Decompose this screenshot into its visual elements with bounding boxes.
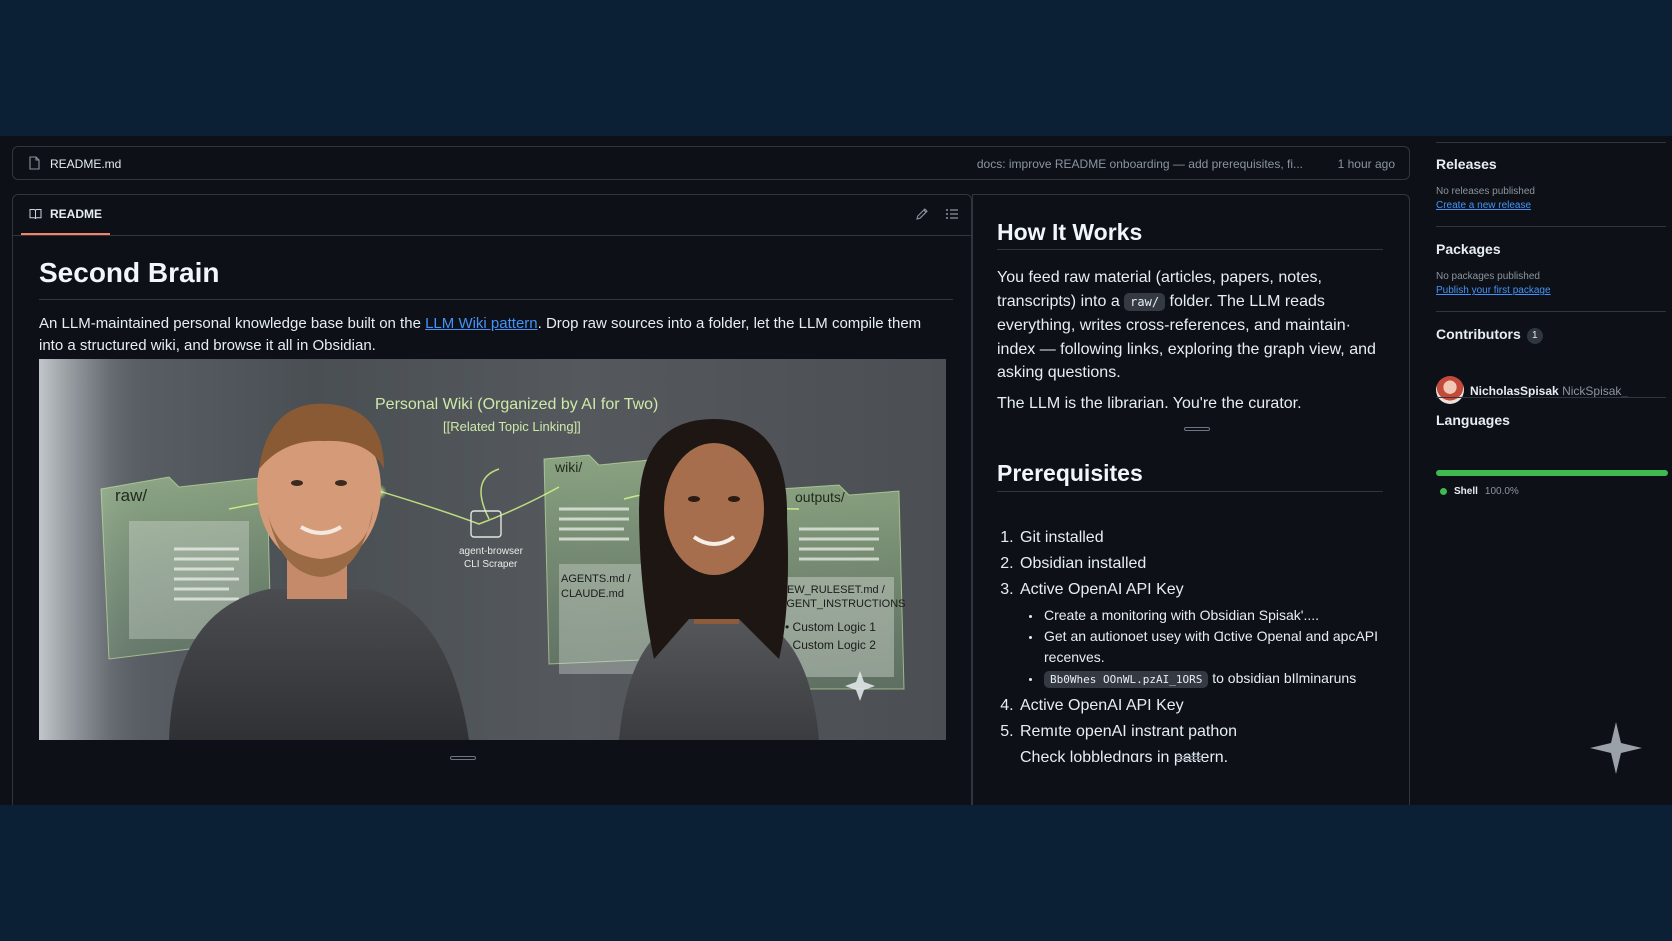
agents-file-label-2: CLAUDE.md (561, 588, 624, 600)
contributor-avatar[interactable] (1436, 376, 1464, 404)
outputs-folder-label: outputs/ (795, 489, 845, 505)
title-divider (39, 299, 953, 300)
packages-heading[interactable]: Packages (1436, 241, 1501, 257)
contributors-heading[interactable]: Contributors 1 (1436, 326, 1543, 344)
file-icon (29, 156, 40, 170)
packages-empty-text: No packages published (1436, 271, 1540, 282)
ruleset-label-1: NEW_RULESET.md / (779, 584, 886, 596)
prerequisites-list: Git installed Obsidian installed Active … (997, 525, 1409, 771)
desc-text-before: An LLM-maintained personal knowledge bas… (39, 315, 426, 332)
prereq-subitem: Bb0Whes OOnWL.pzAI_1ORS to obsidian bIlm… (1042, 668, 1409, 690)
agents-file-label-1: AGENTS.md / (561, 573, 632, 585)
prereq-item: Obsidian installed (1018, 551, 1409, 577)
heading-divider (997, 491, 1383, 492)
contributor-entry[interactable]: NicholasSpisak NickSpisak_ (1470, 384, 1628, 398)
language-name: Shell (1454, 486, 1478, 497)
contributor-name: NicholasSpisak (1470, 384, 1559, 398)
prereq-item: Active OpenAI API Key (1018, 693, 1409, 719)
scraper-label-1: agent-browser (459, 546, 524, 557)
file-header-bar: README.md docs: improve README onboardin… (12, 146, 1410, 180)
repo-sidebar: Releases No releases published Create a … (1436, 136, 1672, 805)
readme-tab-bar: README (13, 195, 971, 236)
prereq-item-label: Active OpenAI API Key (1020, 581, 1184, 598)
librarian-paragraph: The LLM is the librarian. You're the cur… (997, 395, 1302, 412)
prereq-sublist: Create a monitoring with Obsidian Spisak… (1020, 605, 1409, 690)
book-icon (29, 209, 42, 220)
releases-empty-text: No releases published (1436, 186, 1535, 197)
sparkle-icon (1590, 722, 1642, 774)
prerequisites-heading: Prerequisites (997, 460, 1143, 486)
pencil-edit-icon[interactable] (915, 207, 929, 221)
commit-time: 1 hour ago (1337, 157, 1395, 171)
contributor-handle: NickSpisak_ (1562, 384, 1629, 398)
readme-tools (915, 207, 959, 221)
hero-illustration: raw/ wiki/ AGENTS.md / CLAUDE.md outputs… (39, 359, 946, 740)
terminal-icon (470, 510, 502, 538)
ruleset-label-2: AGENT_INSTRUCTIONS (779, 598, 906, 610)
releases-heading[interactable]: Releases (1436, 156, 1497, 172)
how-it-works-paragraph: You feed raw material (articles, papers,… (997, 266, 1377, 385)
wiki-folder-label: wiki/ (554, 459, 582, 475)
api-key-code: Bb0Whes OOnWL.pzAI_1ORS (1044, 671, 1209, 688)
prereq-item: Remıte openAI instrant pathonCheck lobbl… (1018, 719, 1409, 771)
resize-handle[interactable] (1176, 756, 1202, 760)
hero-title: Personal Wiki (Organized by AI for Two) (375, 396, 658, 413)
readme-description: An LLM-maintained personal knowledge bas… (39, 313, 949, 357)
prereq-subitem-text: to obsidian bIlminaruns (1208, 670, 1357, 686)
llm-wiki-pattern-link[interactable]: LLM Wiki pattern (425, 315, 538, 332)
prereq-item-line1: Remıte openAI instrant pathon (1020, 723, 1238, 740)
latest-commit-message[interactable]: docs: improve README onboarding — add pr… (977, 157, 1303, 171)
tab-readme-label: README (50, 207, 103, 221)
language-item-shell[interactable]: Shell 100.0% (1436, 486, 1519, 497)
sidebar-divider (1436, 226, 1666, 227)
scraper-label-2: CLI Scraper (464, 559, 518, 570)
raw-folder-code: raw/ (1124, 292, 1166, 311)
list-outline-icon[interactable] (945, 207, 959, 221)
file-name-link[interactable]: README.md (50, 157, 121, 171)
sidebar-divider (1436, 397, 1666, 398)
readme-continued-pane: How It Works You feed raw material (arti… (972, 194, 1410, 805)
readme-title: Second Brain (39, 257, 220, 288)
language-percent: 100.0% (1484, 486, 1519, 497)
languages-heading: Languages (1436, 412, 1510, 428)
readme-panel: README Second Brain An LLM-maintained pe… (12, 194, 972, 805)
tab-readme[interactable]: README (21, 195, 111, 235)
prereq-subitem: Create a monitoring with Obsidian Spisak… (1042, 605, 1409, 626)
hero-subtitle: [[Related Topic Linking]] (443, 419, 581, 434)
prereq-item: Active OpenAI API Key Create a monitorin… (1018, 577, 1409, 690)
prereq-subitem: Get an autionoet usey with Ɑctive Openal… (1042, 626, 1409, 668)
contributors-count-badge: 1 (1526, 328, 1543, 344)
custom-logic-2: • Custom Logic 2 (785, 638, 876, 652)
contributors-heading-label: Contributors (1436, 326, 1521, 342)
repo-page: README.md docs: improve README onboardin… (0, 136, 1672, 805)
hero-illustration-artwork: raw/ wiki/ AGENTS.md / CLAUDE.md outputs… (39, 359, 906, 740)
resize-handle[interactable] (450, 756, 476, 760)
language-dot-icon (1440, 488, 1447, 495)
custom-logic-1: • Custom Logic 1 (785, 620, 876, 634)
language-bar (1436, 470, 1668, 476)
heading-divider (997, 249, 1383, 250)
sidebar-divider (1436, 311, 1666, 312)
publish-package-link[interactable]: Publish your first package (1436, 285, 1551, 296)
pane-divider (972, 195, 973, 805)
create-release-link[interactable]: Create a new release (1436, 200, 1531, 211)
raw-folder-label: raw/ (115, 486, 147, 505)
prereq-item: Git installed (1018, 525, 1409, 551)
resize-handle[interactable] (1184, 427, 1210, 431)
how-it-works-heading: How It Works (997, 219, 1143, 245)
sidebar-divider (1436, 142, 1666, 143)
